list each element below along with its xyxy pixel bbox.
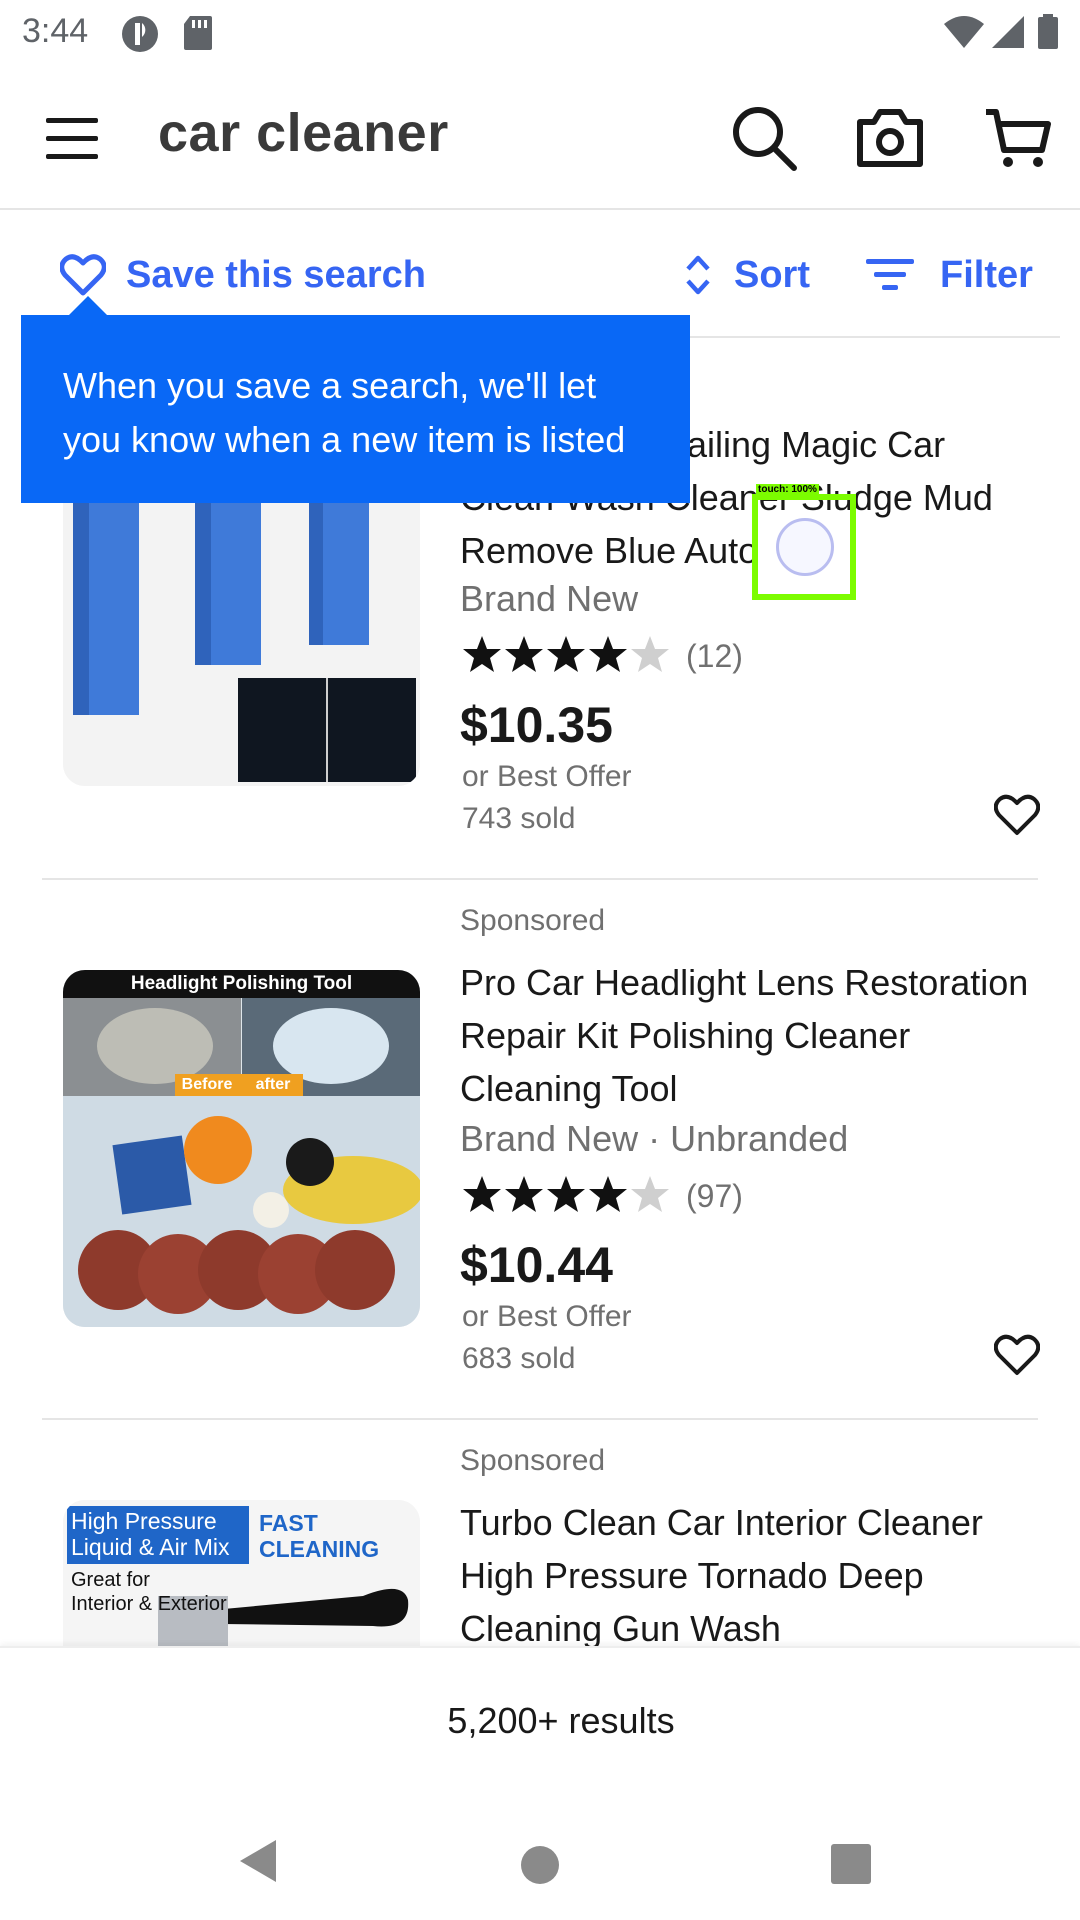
save-search-button[interactable]: Save this search (60, 250, 426, 300)
star-filled-icon (505, 636, 543, 672)
image-fast-text: FAST (259, 1510, 318, 1536)
sponsored-label: Sponsored (460, 904, 606, 937)
stars (462, 1174, 672, 1219)
star-filled-icon (463, 1176, 501, 1212)
title-line: Cleaning Tool (460, 1068, 678, 1109)
star-filled-icon (505, 1176, 543, 1212)
image-tag-1: High Pressure (71, 1508, 217, 1534)
star-empty-icon (631, 1176, 669, 1212)
sort-chevrons-icon (686, 255, 710, 295)
wifi-icon (944, 16, 984, 48)
tooltip-line-2: you know when a new item is listed (63, 419, 626, 460)
rating-count: (97) (686, 1178, 743, 1214)
filter-lines-icon (866, 259, 914, 290)
tooltip-arrow (68, 296, 108, 316)
star-empty-icon (631, 636, 669, 672)
image-before-text: Before (181, 1076, 233, 1093)
sold-count: 743 sold (462, 802, 576, 835)
blue-clay-bars-image (63, 490, 420, 786)
menu-icon[interactable] (44, 110, 100, 166)
star-filled-icon (547, 636, 585, 672)
title-line: Pro Car Headlight Lens Restoration (460, 962, 1029, 1003)
image-banner-text: Headlight Polishing Tool (130, 973, 353, 994)
listing-price: $10.35 (460, 697, 613, 753)
listing-condition: Brand New · Unbranded (460, 1118, 849, 1159)
home-icon[interactable] (521, 1846, 559, 1884)
sd-card-icon (184, 16, 212, 50)
best-offer-text: or Best Offer (462, 1300, 632, 1333)
star-filled-icon (589, 1176, 627, 1212)
watchlist-heart-icon[interactable] (994, 1334, 1040, 1376)
watchlist-heart-icon[interactable] (994, 794, 1040, 836)
listing-thumbnail[interactable] (63, 490, 420, 786)
battery-icon (1038, 14, 1058, 49)
save-search-tooltip[interactable]: When you save a search, we'll let you kn… (21, 315, 690, 503)
search-icon[interactable] (728, 102, 800, 174)
camera-icon[interactable] (854, 102, 926, 174)
results-count-text: 5,200+ results (447, 1700, 675, 1741)
sold-count: 683 sold (462, 1342, 576, 1375)
divider (42, 878, 1038, 880)
sponsored-label: Sponsored (460, 1444, 606, 1477)
cell-signal-icon (992, 16, 1024, 48)
results-count-bar: 5,200+ results (0, 1646, 1080, 1796)
cart-icon[interactable] (982, 102, 1054, 174)
headlight-kit-image (63, 970, 420, 1327)
sort-label: Sort (734, 253, 810, 296)
touch-indicator-label: touch: 100% (756, 484, 819, 495)
heart-outline-icon (60, 254, 106, 296)
image-great-for: Great for (71, 1569, 150, 1591)
sort-button[interactable]: Sort (684, 250, 810, 300)
star-filled-icon (589, 636, 627, 672)
title-line: High Pressure Tornado Deep (460, 1555, 924, 1596)
save-search-label: Save this search (126, 253, 426, 296)
listing-price: $10.44 (460, 1237, 613, 1293)
star-rating: (97) (462, 1174, 743, 1219)
app-notification-icon (122, 16, 158, 52)
star-filled-icon (463, 636, 501, 672)
image-after-text: after (255, 1076, 291, 1093)
image-tag-2: Liquid & Air Mix (71, 1534, 230, 1560)
touch-point (776, 518, 834, 576)
image-interior-exterior: Interior & Exterior (71, 1593, 227, 1615)
status-bar: 3:44 (0, 0, 1080, 64)
listing-thumbnail[interactable]: Headlight Polishing Tool Before after (63, 970, 420, 1327)
back-icon[interactable] (238, 1838, 278, 1884)
listing-thumbnail[interactable]: High Pressure Liquid & Air Mix FAST CLEA… (63, 1500, 420, 1646)
tooltip-line-1: When you save a search, we'll let (63, 365, 597, 406)
recent-apps-icon[interactable] (831, 1844, 871, 1884)
listing-condition: Brand New (460, 578, 639, 619)
star-rating: (12) (462, 634, 743, 679)
stars (462, 634, 672, 679)
best-offer-text: or Best Offer (462, 760, 632, 793)
system-navigation-bar (0, 1796, 1080, 1920)
image-cleaning-text: CLEANING (259, 1536, 380, 1562)
top-app-bar: car cleaner (0, 64, 1080, 210)
divider (42, 1418, 1038, 1420)
title-line: Repair Kit Polishing Cleaner (460, 1015, 911, 1056)
search-query-field[interactable]: car cleaner (158, 102, 449, 164)
listing-title[interactable]: Pro Car Headlight Lens Restoration Repai… (460, 956, 1060, 1115)
title-line: Turbo Clean Car Interior Cleaner (460, 1502, 983, 1543)
filter-label: Filter (940, 253, 1033, 296)
rating-count: (12) (686, 638, 743, 674)
status-time: 3:44 (22, 12, 89, 50)
listing-title[interactable]: Turbo Clean Car Interior Cleaner High Pr… (460, 1496, 1060, 1655)
star-filled-icon (547, 1176, 585, 1212)
filter-button[interactable]: Filter (866, 250, 1033, 300)
